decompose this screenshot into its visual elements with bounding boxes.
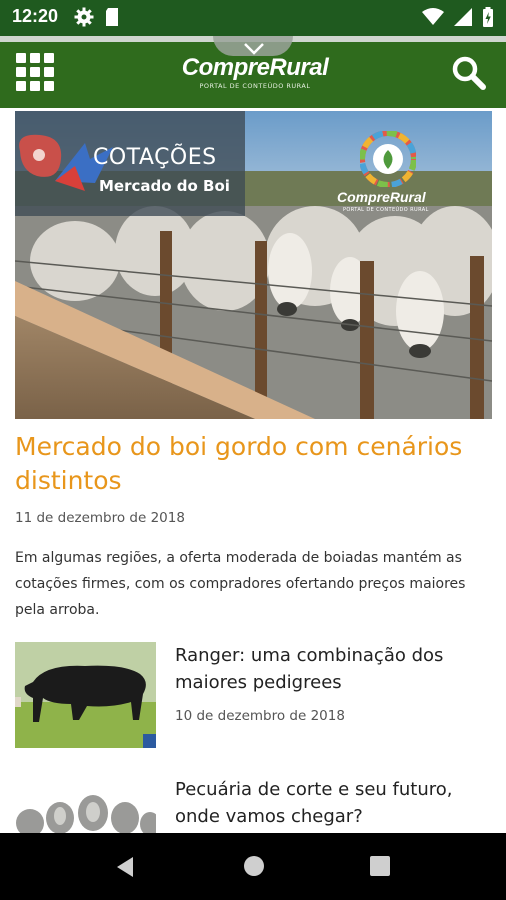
bull-photo: [15, 642, 156, 748]
featured-date: 11 de dezembro de 2018: [15, 510, 185, 526]
featured-excerpt: Em algumas regiões, a oferta moderada de…: [15, 550, 466, 618]
app-logo[interactable]: CompreRural PORTAL DE CONTEÚDO RURAL: [180, 56, 330, 96]
article-title[interactable]: Ranger: uma combinação dos maiores pedig…: [175, 642, 491, 696]
banner-title: COTAÇÕES: [93, 145, 217, 170]
status-bar: 12:20: [0, 0, 506, 36]
recents-icon[interactable]: [370, 856, 390, 876]
featured-headline[interactable]: Mercado do boi gordo com cenários distin…: [15, 430, 491, 498]
herd-photo: [15, 788, 156, 833]
list-item[interactable]: Pecuária de corte e seu futuro, onde vam…: [15, 776, 491, 836]
banner-subtitle: Mercado do Boi: [99, 177, 230, 195]
sd-card-icon: [106, 8, 118, 26]
logo-text: CompreRural: [181, 54, 329, 81]
navigation-bar: [0, 833, 506, 900]
status-time: 12:20: [12, 6, 59, 26]
featured-image[interactable]: COTAÇÕES Mercado do Boi CompreRural PORT…: [15, 111, 492, 419]
grid-menu-icon[interactable]: [16, 53, 54, 91]
home-icon[interactable]: [244, 856, 264, 876]
cattle-photo: [15, 111, 492, 419]
logo-subtitle: PORTAL DE CONTEÚDO RURAL: [199, 82, 311, 90]
banner-brand: CompreRural: [337, 189, 426, 205]
wifi-icon: [422, 8, 444, 25]
article-date: 10 de dezembro de 2018: [175, 708, 345, 724]
battery-icon: [483, 7, 493, 27]
back-icon[interactable]: [115, 856, 135, 878]
signal-icon: [454, 8, 472, 26]
article-title[interactable]: Pecuária de corte e seu futuro, onde vam…: [175, 776, 491, 830]
banner-brand-sub: PORTAL DE CONTEÚDO RURAL: [343, 207, 429, 213]
gear-icon: [74, 7, 94, 27]
search-icon[interactable]: [450, 54, 488, 92]
article-thumbnail[interactable]: [15, 788, 156, 833]
article-thumbnail[interactable]: [15, 642, 156, 748]
list-item[interactable]: Ranger: uma combinação dos maiores pedig…: [15, 642, 491, 748]
chevron-down-icon[interactable]: [243, 42, 265, 56]
brand-wheel-icon: [360, 131, 416, 187]
